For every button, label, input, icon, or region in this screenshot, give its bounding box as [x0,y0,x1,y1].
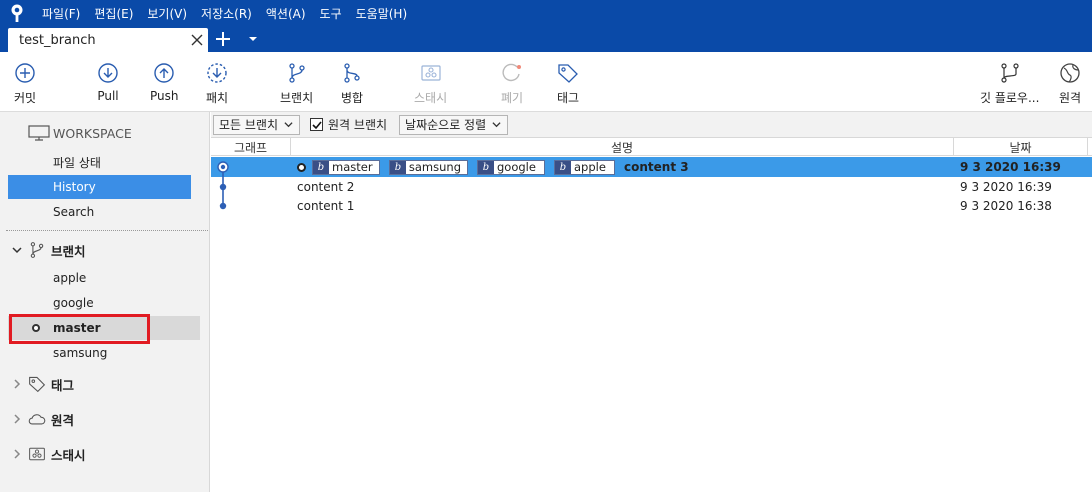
branch-badge-icon: b [555,160,571,174]
chevron-down-icon [492,122,501,128]
highlight-box [9,314,150,344]
tags-header[interactable]: 태그 [8,372,74,396]
stash-button[interactable]: 스태시 [414,52,447,112]
branch-icon [30,242,44,258]
commit-row[interactable]: content 1 9 3 2020 16:38 [211,196,1092,216]
menu-file[interactable]: 파일(F) [42,5,80,22]
column-graph[interactable]: 그래프 [211,138,291,156]
menu-help[interactable]: 도움말(H) [356,5,408,22]
menu-tools[interactable]: 도구 [320,5,342,22]
chevron-down-icon [284,122,293,128]
sidebar-item-file-status[interactable]: 파일 상태 [8,150,191,174]
branch-badge-samsung[interactable]: b samsung [389,159,468,175]
cloud-icon [28,414,46,425]
plus-circle-icon [15,63,35,83]
sort-dropdown[interactable]: 날짜순으로 정렬 [399,114,509,135]
sidebar-divider [6,230,208,231]
menu-repository[interactable]: 저장소(R) [201,5,252,22]
tag-button[interactable]: 태그 [557,52,579,112]
merge-button[interactable]: 병합 [341,52,363,112]
stash-header[interactable]: 스태시 [8,442,86,466]
chevron-right-icon[interactable] [12,449,22,459]
branch-badge-google[interactable]: b google [477,159,545,175]
menu-bar: 파일(F) 편집(E) 보기(V) 저장소(R) 액션(A) 도구 도움말(H) [0,0,1092,26]
column-description[interactable]: 설명 [291,138,954,156]
arrow-up-circle-icon [154,63,174,83]
branch-badge-icon: b [390,160,406,174]
commit-description: content 1 [297,199,354,213]
remote-branches-checkbox[interactable] [310,118,324,131]
chevron-down-icon[interactable] [12,245,22,255]
commit-description: content 2 [297,180,354,194]
merge-icon [344,63,360,83]
branch-icon [288,63,305,83]
commit-row[interactable]: content 2 9 3 2020 16:39 [211,177,1092,197]
chevron-right-icon[interactable] [12,414,22,424]
git-flow-icon [1001,63,1019,83]
branch-badge-icon: b [313,160,329,174]
fetch-icon [207,63,227,83]
commit-date: 9 3 2020 16:39 [960,180,1052,194]
branch-badge-apple[interactable]: b apple [554,159,615,175]
push-button[interactable]: Push [150,52,179,112]
commit-row[interactable]: b master b samsung b google b apple content … [211,157,1092,177]
sourcetree-logo-icon [0,0,34,26]
fetch-button[interactable]: 패치 [206,52,228,112]
branch-filter-dropdown[interactable]: 모든 브랜치 [213,114,301,135]
remote-branches-toggle[interactable]: 원격 브랜치 [310,116,387,133]
commit-message: content 2 [297,180,355,194]
commit-button[interactable]: 커밋 [14,52,36,112]
checkmark-icon [311,120,322,129]
tab-bar: test_branch [0,26,1092,52]
commit-message: content 3 [624,160,689,174]
toolbar: 커밋 Pull Push 패치 브랜치 병합 스태시 폐기 태그 깃 플로우..… [0,52,1092,112]
stash-icon [420,65,441,81]
menu-view[interactable]: 보기(V) [147,5,187,22]
pull-button[interactable]: Pull [97,52,119,112]
branch-badge-master[interactable]: b master [312,159,380,175]
discard-icon [502,63,522,82]
menu-edit[interactable]: 편집(E) [94,5,133,22]
repo-tab[interactable]: test_branch [8,28,208,52]
repo-tab-title: test_branch [19,32,96,48]
sidebar: WORKSPACE 파일 상태 History Search 브랜치 apple… [0,112,210,492]
sidebar-item-history[interactable]: History [8,175,191,199]
commit-table-header: 그래프 설명 날짜 [211,138,1092,156]
menu-actions[interactable]: 액션(A) [266,5,306,22]
commit-date: 9 3 2020 16:38 [960,199,1052,213]
arrow-down-circle-icon [98,63,118,83]
commit-message: content 1 [297,199,355,213]
commit-graph [217,161,229,210]
chevron-down-icon[interactable] [248,34,258,44]
branch-item-samsung[interactable]: samsung [8,341,200,365]
column-date[interactable]: 날짜 [954,138,1088,156]
head-indicator-icon [297,162,306,172]
filter-bar: 모든 브랜치 원격 브랜치 날짜순으로 정렬 [211,112,1092,138]
branch-item-apple[interactable]: apple [8,266,200,290]
branch-button[interactable]: 브랜치 [280,52,313,112]
workspace-header: WORKSPACE [8,121,132,145]
commit-date: 9 3 2020 16:39 [960,160,1061,174]
discard-button[interactable]: 폐기 [501,52,523,112]
monitor-icon [28,125,50,141]
branch-item-google[interactable]: google [8,291,200,315]
commit-description: b master b samsung b google b apple content … [297,159,689,175]
remote-header[interactable]: 원격 [8,407,74,431]
chevron-right-icon[interactable] [12,379,22,389]
remote-button[interactable]: 원격 [1059,52,1081,112]
branches-header[interactable]: 브랜치 [8,238,86,262]
plus-icon[interactable] [214,30,232,48]
git-flow-button[interactable]: 깃 플로우... [980,52,1039,112]
stash-icon [29,447,45,461]
close-icon[interactable] [190,33,204,47]
sidebar-item-search[interactable]: Search [8,200,191,224]
globe-icon [1060,63,1080,83]
tag-icon [558,64,578,83]
branch-badge-icon: b [478,160,494,174]
tag-icon [29,376,46,393]
